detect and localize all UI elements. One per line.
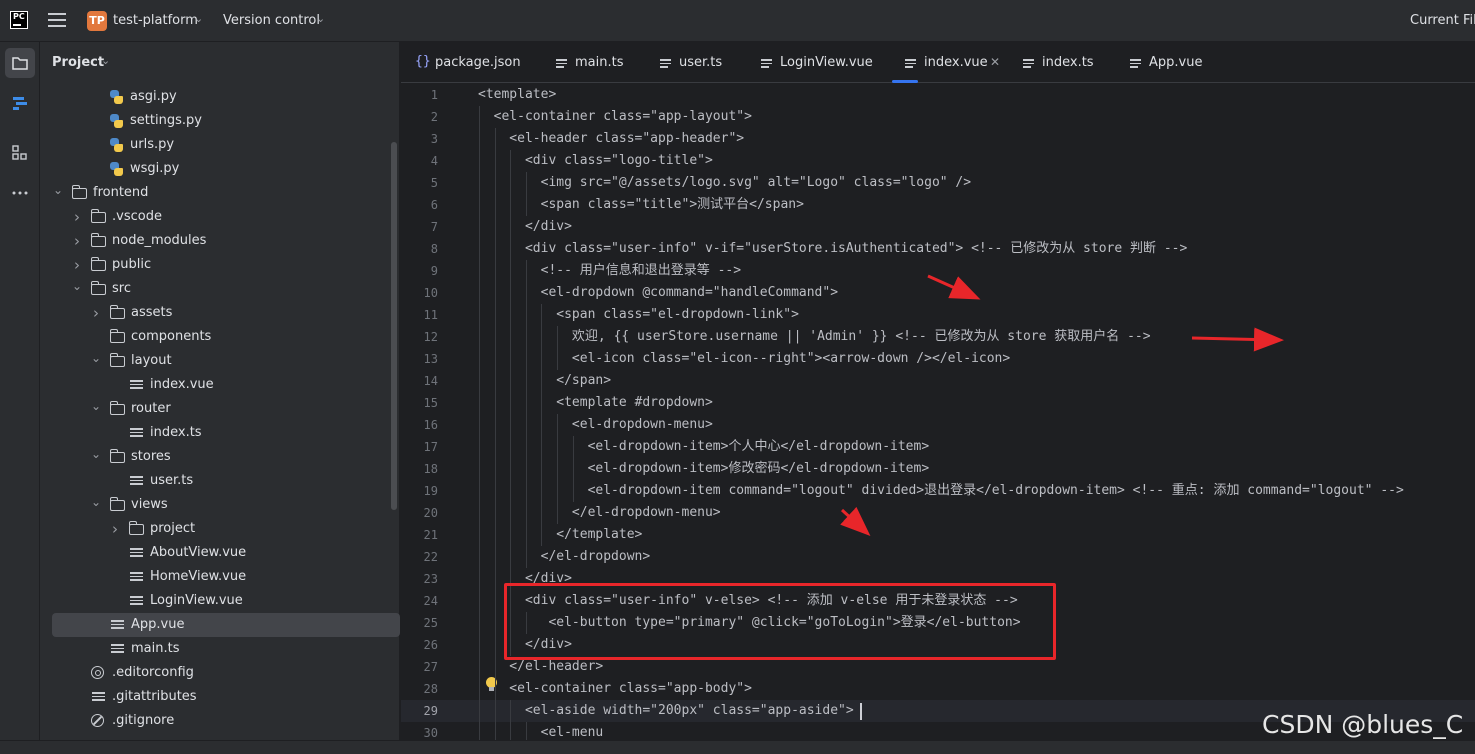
watermark: CSDN @blues_C	[1262, 710, 1464, 739]
annotation-arrows	[840, 274, 1284, 537]
status-bar	[0, 740, 1475, 754]
arrow-3	[840, 506, 871, 537]
arrow-2	[1191, 327, 1284, 352]
arrow-1	[927, 274, 981, 300]
